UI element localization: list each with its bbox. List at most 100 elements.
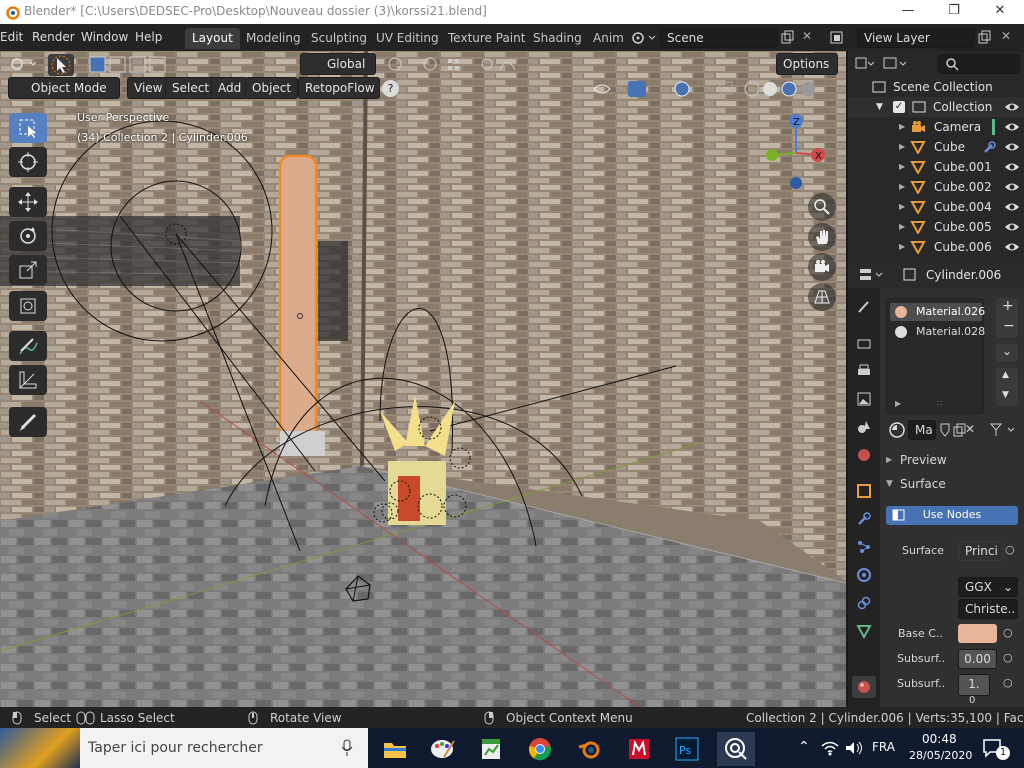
subsurface-method-dropdown[interactable]: Christe..	[958, 599, 1018, 619]
properties-editor-icon[interactable]	[858, 267, 890, 283]
start-thumbnail[interactable]	[0, 728, 80, 768]
link-socket-icon[interactable]: ○	[1005, 543, 1015, 556]
tab-object[interactable]	[852, 480, 876, 502]
tab-animation[interactable]: Anim	[586, 28, 631, 49]
copy-scene-icon[interactable]	[781, 30, 795, 44]
options-dropdown[interactable]: Options	[776, 53, 838, 75]
add-slot-icon[interactable]: +	[1002, 298, 1014, 314]
pan-button[interactable]	[808, 223, 836, 251]
tab-scene[interactable]	[852, 416, 876, 438]
surface-shader-field[interactable]: Princi	[958, 541, 1004, 561]
eye-icon[interactable]	[1004, 220, 1020, 234]
eye-icon[interactable]	[1004, 100, 1020, 114]
subsurface-value-field[interactable]: 0.00	[958, 649, 997, 669]
tab-modifiers[interactable]	[852, 508, 876, 530]
selection-mode-icons[interactable]	[88, 56, 172, 74]
outliner-search-input[interactable]	[938, 54, 1020, 74]
material-slot-2[interactable]: Material.028	[890, 323, 985, 341]
eye-icon[interactable]	[1004, 180, 1020, 194]
retopoflow-menu[interactable]: RetopoFlow	[298, 77, 380, 99]
input-language[interactable]: FRA	[872, 740, 895, 754]
tab-uv-editing[interactable]: UV Editing	[369, 28, 446, 49]
tab-constraints[interactable]	[852, 592, 876, 614]
remove-slot-icon[interactable]: −	[1003, 318, 1015, 334]
tab-world[interactable]	[852, 444, 876, 466]
unlink-material-icon[interactable]: ✕	[965, 422, 975, 436]
expand-arrow-icon[interactable]: ▶	[895, 399, 901, 408]
tab-tool[interactable]	[852, 296, 876, 318]
tab-material[interactable]	[852, 676, 876, 698]
object-mode-dropdown[interactable]: Object Mode	[8, 77, 120, 99]
menu-help[interactable]: Help	[135, 30, 162, 44]
taskbar-file-explorer[interactable]	[376, 732, 414, 766]
add-menu[interactable]: Add	[211, 77, 249, 99]
outliner-item-camera[interactable]: ▶ Camera	[848, 117, 1024, 137]
material-slot-1[interactable]: Material.026	[890, 303, 985, 321]
pivot-snap-proportional-icons[interactable]	[385, 56, 525, 74]
expand-arrow-icon[interactable]: ▶	[899, 237, 905, 257]
outliner-item-cube-004[interactable]: ▶ Cube.004	[848, 197, 1024, 217]
tool-annotate[interactable]	[9, 331, 47, 361]
link-socket-icon[interactable]: ○	[1003, 626, 1013, 639]
expand-arrow-icon[interactable]: ▶	[899, 197, 905, 217]
checkbox-icon[interactable]: ✓	[893, 101, 905, 113]
outliner-item-cube-002[interactable]: ▶ Cube.002	[848, 177, 1024, 197]
camera-view-button[interactable]	[808, 253, 836, 281]
expand-arrow-icon[interactable]: ▶	[899, 137, 905, 157]
editor-type-icon[interactable]	[8, 54, 40, 74]
navigation-gizmo[interactable]: Z X	[760, 109, 840, 189]
tool-select-box[interactable]	[9, 113, 47, 143]
taskbar-blender[interactable]	[570, 732, 608, 766]
outliner-editor-icons[interactable]	[854, 55, 914, 73]
object-menu[interactable]: Object	[245, 77, 299, 99]
use-nodes-button[interactable]: Use Nodes	[886, 506, 1018, 525]
preview-collapse-arrow-icon[interactable]: ▶	[886, 455, 892, 464]
move-down-icon[interactable]: ▼	[1002, 390, 1009, 400]
eye-icon[interactable]	[1004, 160, 1020, 174]
taskbar-app-m[interactable]	[620, 732, 658, 766]
select-box-tool-button[interactable]	[48, 54, 74, 76]
subsurface-radius-y[interactable]: 0	[969, 695, 975, 706]
outliner-item-cube-006[interactable]: ▶ Cube.006	[848, 237, 1024, 257]
expand-arrow-icon[interactable]: ▼	[876, 97, 883, 117]
outliner-item-cube-005[interactable]: ▶ Cube.005	[848, 217, 1024, 237]
tool-transform[interactable]	[9, 291, 47, 321]
expand-arrow-icon[interactable]: ▶	[899, 117, 905, 137]
help-icon[interactable]: ?	[382, 80, 399, 97]
move-slot-buttons[interactable]: ▲ ▼	[996, 368, 1018, 406]
expand-arrow-icon[interactable]: ▶	[899, 177, 905, 197]
minimize-button[interactable]: —	[885, 0, 931, 24]
volume-icon[interactable]	[844, 740, 864, 756]
eye-icon[interactable]	[1004, 140, 1020, 154]
remove-view-layer-icon[interactable]: ✕	[1001, 29, 1011, 43]
menu-window[interactable]: Window	[81, 30, 128, 44]
distribution-dropdown[interactable]: GGX ⌄	[958, 577, 1018, 597]
add-remove-slot-buttons[interactable]: + −	[996, 298, 1018, 338]
material-browse-icon[interactable]	[888, 421, 906, 439]
tab-render[interactable]	[852, 332, 876, 354]
taskbar-chrome[interactable]	[521, 732, 559, 766]
tab-data[interactable]	[852, 620, 876, 642]
menu-render[interactable]: Render	[32, 30, 75, 44]
remove-scene-icon[interactable]: ✕	[802, 29, 812, 43]
tab-view-layer[interactable]	[852, 388, 876, 410]
copy-view-layer-icon[interactable]	[978, 30, 992, 44]
tab-layout[interactable]: Layout	[185, 28, 240, 49]
close-button[interactable]: ✕	[977, 0, 1023, 24]
tool-rotate[interactable]	[9, 221, 47, 251]
taskbar-paint[interactable]	[424, 732, 462, 766]
tray-overflow-icon[interactable]: ⌃	[798, 739, 810, 755]
link-socket-icon[interactable]: ○	[1003, 676, 1013, 689]
tab-particles[interactable]	[852, 536, 876, 558]
taskbar-time[interactable]: 00:48	[922, 732, 957, 746]
tab-sculpting[interactable]: Sculpting	[304, 28, 374, 49]
taskbar-date[interactable]: 28/05/2020	[909, 749, 972, 762]
tool-cursor[interactable]	[9, 147, 47, 177]
eye-icon[interactable]	[1004, 200, 1020, 214]
eye-icon[interactable]	[1004, 120, 1020, 134]
expand-arrow-icon[interactable]: ▶	[899, 217, 905, 237]
scene-selector[interactable]: Scene	[660, 28, 778, 48]
transform-orientation-dropdown[interactable]: Global⌄	[300, 53, 376, 91]
tab-shading[interactable]: Shading	[526, 28, 589, 49]
microphone-icon[interactable]	[340, 739, 354, 757]
